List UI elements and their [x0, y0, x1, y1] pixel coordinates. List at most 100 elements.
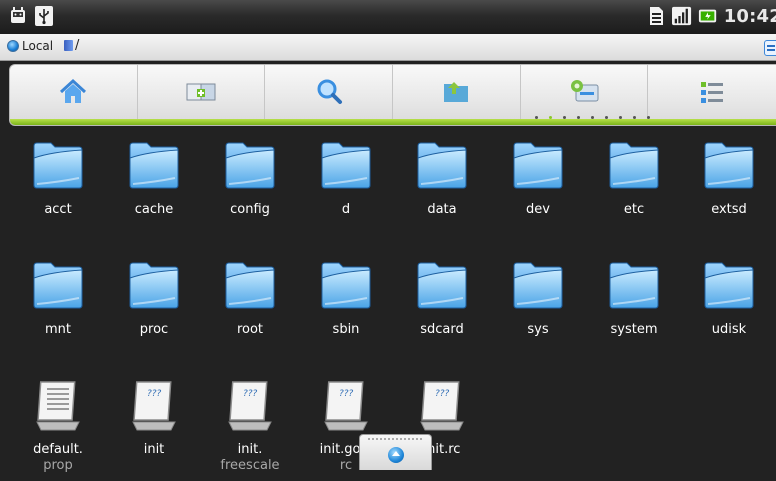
folder-icon — [609, 262, 659, 309]
folder-item[interactable]: d — [298, 126, 394, 241]
svg-text:???: ??? — [243, 389, 258, 399]
file-name: mnt — [45, 322, 71, 337]
battery-charging-icon — [698, 9, 716, 23]
file-label: sys — [490, 322, 586, 338]
file-name: default. — [33, 442, 83, 457]
search-icon — [317, 79, 342, 104]
breadcrumb-root[interactable]: / — [64, 38, 79, 53]
folder-icon — [321, 262, 371, 309]
file-label: config — [202, 202, 298, 218]
folder-item[interactable]: extsd — [681, 126, 776, 241]
folder-icon — [513, 142, 563, 189]
file-name: init. — [237, 442, 263, 457]
folder-icon — [225, 142, 275, 189]
folder-up-button[interactable] — [393, 65, 521, 119]
sd-card-icon — [649, 7, 663, 25]
folder-item[interactable]: acct — [10, 126, 106, 241]
file-icon: ??? — [132, 381, 176, 431]
signal-icon — [671, 6, 691, 26]
file-item[interactable]: ??? init — [106, 366, 202, 481]
file-label: d — [298, 202, 394, 218]
folder-icon — [704, 142, 754, 189]
file-label: proc — [106, 322, 202, 338]
folder-item[interactable]: sdcard — [394, 246, 490, 361]
file-name-continued: freescale — [220, 458, 280, 473]
folder-up-icon — [444, 82, 469, 102]
file-icon: ??? — [420, 381, 464, 431]
folder-item[interactable]: system — [586, 246, 682, 361]
file-label: data — [394, 202, 490, 218]
folder-icon — [33, 142, 83, 189]
folder-item[interactable]: root — [202, 246, 298, 361]
file-name: proc — [139, 322, 169, 337]
drawer-handle[interactable] — [359, 434, 432, 470]
svg-text:???: ??? — [339, 389, 354, 399]
folder-item[interactable]: sbin — [298, 246, 394, 361]
folder-item[interactable]: cache — [106, 126, 202, 241]
folder-item[interactable]: etc — [586, 126, 682, 241]
usb-icon — [35, 6, 53, 26]
svg-text:???: ??? — [435, 389, 450, 399]
file-name: sdcard — [420, 322, 464, 337]
file-label: system — [586, 322, 682, 338]
settings-icon — [571, 80, 599, 102]
file-name: init — [143, 442, 165, 457]
file-label: mnt — [10, 322, 106, 338]
file-item[interactable]: ??? init. freescale — [202, 366, 298, 481]
file-label: extsd — [681, 202, 776, 218]
file-icon — [36, 381, 80, 431]
file-name-continued: prop — [43, 458, 73, 473]
file-icon: ??? — [324, 381, 368, 431]
breadcrumb-path: / — [75, 38, 80, 53]
file-label: default. prop — [10, 442, 106, 474]
file-label: acct — [10, 202, 106, 218]
folder-item[interactable]: dev — [490, 126, 586, 241]
clock-time: 10:42 — [723, 5, 776, 27]
folder-item[interactable]: proc — [106, 246, 202, 361]
folder-icon — [64, 40, 73, 51]
file-name: data — [427, 202, 457, 217]
folder-item[interactable]: udisk — [681, 246, 776, 361]
location-radio-icon — [7, 40, 19, 52]
new-folder-button[interactable] — [138, 65, 266, 119]
file-name: config — [230, 202, 270, 217]
folder-item[interactable]: config — [202, 126, 298, 241]
file-name: etc — [623, 202, 645, 217]
file-label: init. freescale — [202, 442, 298, 474]
file-item[interactable]: default. prop — [10, 366, 106, 481]
android-icon — [11, 7, 25, 23]
file-name: sys — [527, 322, 549, 337]
home-button[interactable] — [10, 65, 138, 119]
toolbar — [9, 64, 776, 126]
file-name: cache — [134, 202, 174, 217]
chevron-up-icon[interactable] — [388, 447, 404, 463]
path-bar: Local / — [0, 34, 776, 61]
file-label: dev — [490, 202, 586, 218]
file-label: cache — [106, 202, 202, 218]
folder-icon — [129, 262, 179, 309]
location-selector[interactable]: Local — [7, 39, 53, 53]
status-left — [8, 5, 54, 27]
menu-toggle-button[interactable] — [764, 40, 776, 56]
search-button[interactable] — [265, 65, 394, 119]
folder-icon — [321, 142, 371, 189]
file-label: init — [106, 442, 202, 458]
file-name: d — [341, 202, 351, 217]
folder-icon — [513, 262, 563, 309]
drawer-grip — [368, 438, 423, 440]
folder-item[interactable]: mnt — [10, 246, 106, 361]
folder-item[interactable]: data — [394, 126, 490, 241]
file-label: root — [202, 322, 298, 338]
settings-button[interactable] — [521, 65, 649, 119]
file-grid: acct cache config d data dev etc extsd mnt proc ro… — [0, 126, 776, 473]
list-view-button[interactable] — [648, 65, 776, 119]
file-name: root — [236, 322, 264, 337]
file-icon: ??? — [228, 381, 272, 431]
folder-item[interactable]: sys — [490, 246, 586, 361]
location-label: Local — [22, 39, 54, 53]
folder-icon — [704, 262, 754, 309]
file-name: extsd — [711, 202, 747, 217]
folder-icon — [417, 262, 467, 309]
file-label: udisk — [681, 322, 776, 338]
folder-icon — [129, 142, 179, 189]
